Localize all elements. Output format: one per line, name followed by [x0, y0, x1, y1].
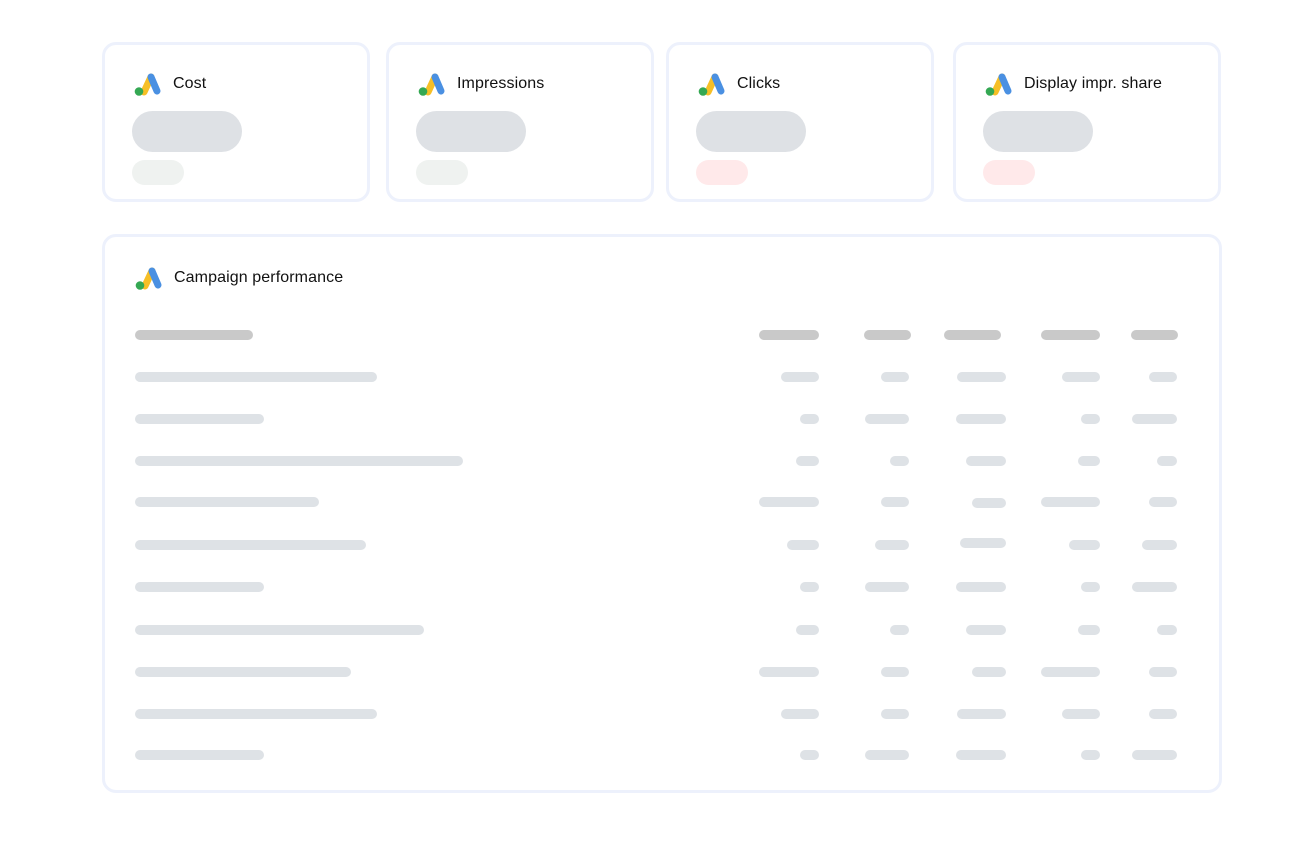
table-cell-placeholder	[135, 497, 319, 507]
table-cell-placeholder	[135, 625, 424, 635]
table-cell-placeholder	[865, 582, 909, 592]
table-header-cell-placeholder	[135, 330, 253, 340]
table-cell-placeholder	[1081, 750, 1100, 760]
table-cell-placeholder	[800, 750, 819, 760]
table-cell-placeholder	[881, 372, 909, 382]
table-cell-placeholder	[1062, 372, 1100, 382]
card-header: Clicks	[697, 70, 780, 98]
google-ads-logo-icon	[134, 265, 164, 291]
table-cell-placeholder	[1157, 625, 1177, 635]
metric-card-display-impr-share[interactable]: Display impr. share	[953, 42, 1221, 202]
table-cell-placeholder	[956, 750, 1006, 760]
table-cell-placeholder	[1069, 540, 1100, 550]
table-cell-placeholder	[135, 667, 351, 677]
table-cell-placeholder	[957, 372, 1006, 382]
table-cell-placeholder	[796, 456, 819, 466]
card-header: Impressions	[417, 70, 544, 98]
table-header-cell-placeholder	[759, 330, 819, 340]
google-ads-logo-icon	[133, 71, 163, 97]
table-cell-placeholder	[135, 372, 377, 382]
delta-placeholder	[696, 160, 748, 185]
table-cell-placeholder	[781, 709, 819, 719]
table-header-cell-placeholder	[1041, 330, 1100, 340]
table-cell-placeholder	[881, 667, 909, 677]
metric-card-clicks[interactable]: Clicks	[666, 42, 934, 202]
google-ads-logo-icon	[417, 71, 447, 97]
value-placeholder	[132, 111, 242, 152]
table-cell-placeholder	[966, 456, 1006, 466]
table-header-cell-placeholder	[864, 330, 911, 340]
table-cell-placeholder	[875, 540, 909, 550]
table-cell-placeholder	[956, 582, 1006, 592]
table-cell-placeholder	[865, 414, 909, 424]
table-cell-placeholder	[1041, 497, 1100, 507]
card-header: Display impr. share	[984, 70, 1162, 98]
table-cell-placeholder	[972, 667, 1006, 677]
table-cell-placeholder	[1149, 497, 1177, 507]
delta-placeholder	[416, 160, 468, 185]
table-cell-placeholder	[881, 497, 909, 507]
table-cell-placeholder	[1132, 750, 1177, 760]
value-placeholder	[416, 111, 526, 152]
table-cell-placeholder	[1041, 667, 1100, 677]
table-cell-placeholder	[759, 497, 819, 507]
value-placeholder	[696, 111, 806, 152]
table-cell-placeholder	[135, 582, 264, 592]
google-ads-logo-icon	[984, 71, 1014, 97]
card-header: Campaign performance	[134, 264, 343, 292]
table-cell-placeholder	[890, 456, 909, 466]
table-cell-placeholder	[796, 625, 819, 635]
table-cell-placeholder	[759, 667, 819, 677]
table-header-cell-placeholder	[1131, 330, 1178, 340]
table-cell-placeholder	[135, 750, 264, 760]
table-cell-placeholder	[800, 414, 819, 424]
table-cell-placeholder	[1149, 372, 1177, 382]
table-cell-placeholder	[865, 750, 909, 760]
table-cell-placeholder	[890, 625, 909, 635]
table-cell-placeholder	[956, 414, 1006, 424]
campaign-performance-card: Campaign performance	[102, 234, 1222, 793]
table-cell-placeholder	[1062, 709, 1100, 719]
table-cell-placeholder	[1142, 540, 1177, 550]
value-placeholder	[983, 111, 1093, 152]
card-header: Cost	[133, 70, 206, 98]
table-header-cell-placeholder	[944, 330, 1001, 340]
table-cell-placeholder	[1132, 414, 1177, 424]
table-cell-placeholder	[966, 625, 1006, 635]
table-cell-placeholder	[957, 709, 1006, 719]
table-cell-placeholder	[781, 372, 819, 382]
table-cell-placeholder	[1078, 625, 1100, 635]
google-ads-logo-icon	[697, 71, 727, 97]
table-cell-placeholder	[1081, 582, 1100, 592]
delta-placeholder	[983, 160, 1035, 185]
table-cell-placeholder	[960, 538, 1006, 548]
table-cell-placeholder	[1132, 582, 1177, 592]
table-cell-placeholder	[135, 540, 366, 550]
table-cell-placeholder	[787, 540, 819, 550]
card-title: Impressions	[457, 75, 545, 92]
table-cell-placeholder	[135, 414, 264, 424]
metric-card-cost[interactable]: Cost	[102, 42, 370, 202]
table-cell-placeholder	[972, 498, 1006, 508]
table-cell-placeholder	[1078, 456, 1100, 466]
metric-card-impressions[interactable]: Impressions	[386, 42, 654, 202]
table-cell-placeholder	[1081, 414, 1100, 424]
table-cell-placeholder	[1149, 709, 1177, 719]
delta-placeholder	[132, 160, 184, 185]
table-cell-placeholder	[1149, 667, 1177, 677]
table-cell-placeholder	[1157, 456, 1177, 466]
table-title: Campaign performance	[174, 269, 344, 286]
card-title: Display impr. share	[1024, 75, 1162, 92]
card-title: Cost	[173, 75, 207, 92]
table-cell-placeholder	[800, 582, 819, 592]
card-title: Clicks	[737, 75, 781, 92]
table-cell-placeholder	[881, 709, 909, 719]
table-cell-placeholder	[135, 456, 463, 466]
table-cell-placeholder	[135, 709, 377, 719]
